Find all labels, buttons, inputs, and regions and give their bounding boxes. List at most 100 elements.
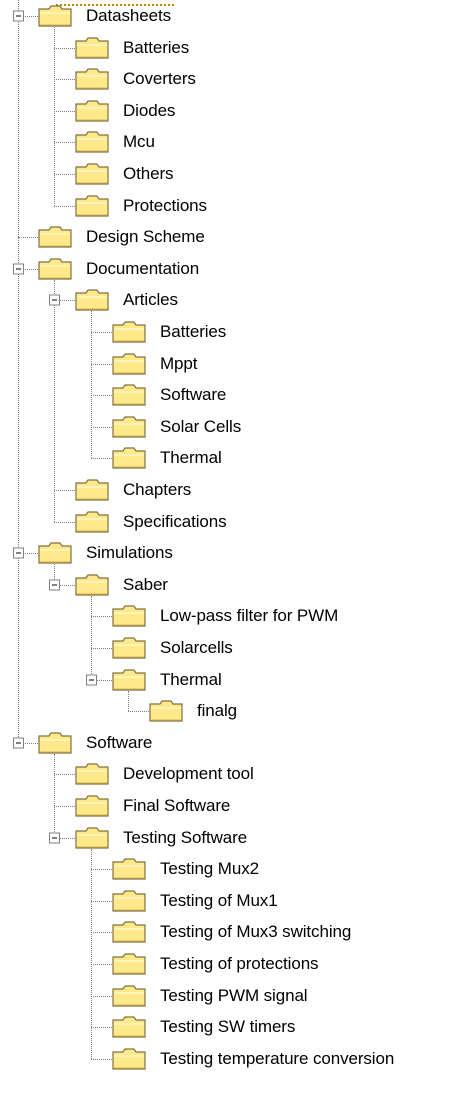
folder-tree: Datasheets Batteries Coverters Diodes Mcu Oth…: [0, 0, 462, 1094]
tree-node[interactable]: Solar Cells: [0, 411, 462, 443]
folder-icon: [38, 732, 72, 754]
tree-node-label: Software: [86, 732, 153, 752]
tree-node[interactable]: Testing temperature conversion: [0, 1043, 462, 1075]
tree-node[interactable]: Thermal: [0, 442, 462, 474]
folder-icon: [149, 700, 183, 722]
tree-node-label: Solarcells: [160, 638, 233, 657]
tree-connector-line: [91, 1027, 112, 1029]
tree-connector-line: [91, 363, 112, 365]
tree-node[interactable]: Mppt: [0, 348, 462, 380]
tree-node-label: Protections: [123, 195, 207, 215]
tree-node[interactable]: Design Scheme: [0, 221, 462, 253]
tree-connector-line: [54, 47, 75, 49]
folder-icon: [112, 447, 146, 469]
tree-node-label: Coverters: [123, 69, 196, 89]
tree-connector-line: [91, 869, 112, 871]
collapse-minus-icon[interactable]: [49, 294, 60, 306]
tree-node[interactable]: Testing PWM signal: [0, 980, 462, 1012]
tree-node[interactable]: Testing of Mux1: [0, 885, 462, 917]
folder-icon: [75, 479, 109, 501]
tree-connector-line: [91, 395, 112, 397]
tree-node-label: Testing of protections: [160, 954, 319, 973]
folder-icon: [112, 605, 146, 627]
folder-icon: [112, 1048, 146, 1070]
folder-icon: [75, 131, 109, 153]
tree-node[interactable]: Thermal: [0, 664, 462, 696]
tree-connector-line: [91, 932, 112, 934]
tree-node[interactable]: Software: [0, 379, 462, 411]
tree-node[interactable]: Chapters: [0, 474, 462, 506]
tree-node[interactable]: finalg: [0, 695, 462, 727]
tree-node[interactable]: Software: [0, 727, 462, 759]
tree-node[interactable]: Specifications: [0, 506, 462, 538]
folder-icon: [112, 984, 146, 1007]
tree-connector-line: [91, 458, 112, 460]
tree-node[interactable]: Documentation: [0, 253, 462, 285]
folder-icon: [112, 416, 146, 438]
folder-icon: [38, 5, 72, 27]
tree-connector-line: [54, 79, 75, 81]
collapse-minus-icon[interactable]: [13, 10, 24, 22]
folder-icon: [112, 637, 146, 659]
tree-node-label: Design Scheme: [86, 227, 205, 247]
folder-icon: [75, 68, 109, 90]
folder-icon: [75, 289, 109, 311]
collapse-minus-icon[interactable]: [13, 737, 24, 749]
tree-node[interactable]: Protections: [0, 190, 462, 222]
tree-node[interactable]: Testing SW timers: [0, 1011, 462, 1043]
tree-connector-line: [91, 616, 112, 618]
tree-connector-line: [54, 110, 75, 112]
tree-node[interactable]: Saber: [0, 569, 462, 601]
tree-connector-line: [54, 174, 75, 175]
tree-node[interactable]: Testing Software: [0, 822, 462, 854]
folder-icon: [112, 1016, 146, 1038]
tree-connector-line: [128, 711, 149, 713]
collapse-minus-icon[interactable]: [49, 579, 60, 591]
collapse-minus-icon[interactable]: [86, 674, 97, 686]
tree-node-label: Testing of Mux1: [160, 890, 278, 910]
folder-icon: [75, 510, 109, 533]
tree-connector-line: [54, 521, 75, 523]
tree-node[interactable]: Batteries: [0, 32, 462, 64]
tree-node[interactable]: Batteries: [0, 316, 462, 348]
folder-icon: [112, 890, 146, 912]
tree-node[interactable]: Testing Mux2: [0, 853, 462, 885]
tree-node[interactable]: Diodes: [0, 95, 462, 127]
folder-icon: [75, 36, 109, 59]
tree-connector-line: [54, 205, 75, 207]
folder-icon: [112, 953, 146, 975]
tree-node-label: Thermal: [160, 669, 222, 689]
folder-icon: [38, 258, 72, 280]
collapse-minus-icon[interactable]: [49, 832, 60, 844]
collapse-minus-icon[interactable]: [13, 263, 24, 275]
tree-node[interactable]: Coverters: [0, 63, 462, 95]
tree-connector-line: [91, 964, 112, 965]
tree-node-label: Software: [160, 385, 227, 405]
tree-node[interactable]: Articles: [0, 284, 462, 316]
folder-icon: [75, 763, 109, 785]
tree-node[interactable]: Testing of Mux3 switching: [0, 916, 462, 948]
tree-node-label: Batteries: [160, 322, 227, 341]
tree-node-label: Datasheets: [86, 6, 171, 25]
tree-node-label: Testing PWM signal: [160, 985, 308, 1005]
tree-node[interactable]: Simulations: [0, 537, 462, 569]
tree-node-label: Thermal: [160, 448, 222, 468]
tree-connector-line: [91, 648, 112, 649]
tree-node[interactable]: Others: [0, 158, 462, 190]
folder-icon: [75, 826, 109, 849]
folder-icon: [75, 194, 109, 217]
tree-node-label: Batteries: [123, 37, 190, 57]
tree-node[interactable]: Low-pass filter for PWM: [0, 600, 462, 632]
tree-connector-line: [54, 806, 75, 807]
collapse-minus-icon[interactable]: [13, 547, 24, 559]
folder-icon: [38, 226, 72, 248]
tree-node[interactable]: Datasheets: [0, 0, 462, 32]
tree-node[interactable]: Development tool: [0, 758, 462, 790]
tree-node[interactable]: Testing of protections: [0, 948, 462, 980]
tree-node[interactable]: Mcu: [0, 126, 462, 158]
tree-node[interactable]: Final Software: [0, 790, 462, 822]
folder-icon: [112, 352, 146, 375]
folder-icon: [112, 668, 146, 691]
tree-connector-line: [91, 332, 112, 333]
tree-node[interactable]: Solarcells: [0, 632, 462, 664]
